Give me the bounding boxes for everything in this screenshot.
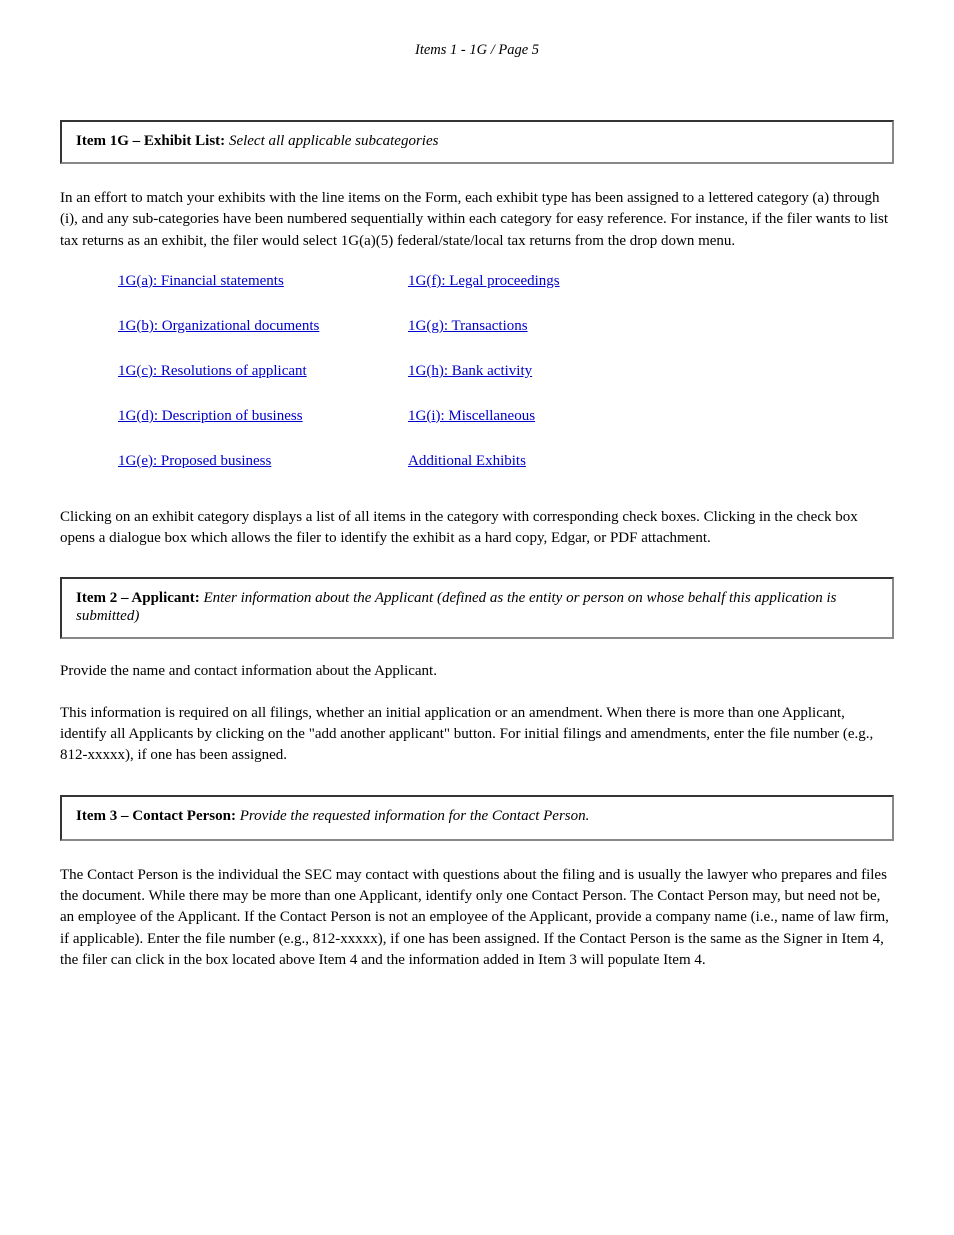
section-2-box: Item 2 – Applicant: Enter information ab… xyxy=(60,577,894,639)
exhibit-links-col-1: 1G(a): Financial statements 1G(b): Organ… xyxy=(118,272,408,497)
section-2-intro: Provide the name and contact information… xyxy=(60,661,894,682)
link-1g-a[interactable]: 1G(a): Financial statements xyxy=(118,273,284,290)
section-3-body: The Contact Person is the individual the… xyxy=(60,865,894,971)
section-2-heading: Item 2 – Applicant: xyxy=(76,590,200,606)
link-1g-d[interactable]: 1G(d): Description of business xyxy=(118,408,303,425)
section-1g-heading: Item 1G – Exhibit List: xyxy=(76,133,225,149)
link-1g-h[interactable]: 1G(h): Bank activity xyxy=(408,363,532,380)
exhibit-hint-text: Clicking on an exhibit category displays… xyxy=(60,507,894,550)
link-additional-exhibits[interactable]: Additional Exhibits xyxy=(408,453,526,470)
section-1g-box: Item 1G – Exhibit List: Select all appli… xyxy=(60,120,894,164)
section-3-heading: Item 3 – Contact Person: xyxy=(76,808,236,824)
section-2-body: This information is required on all fili… xyxy=(60,703,894,767)
section-1g-subtext: Select all applicable subcategories xyxy=(225,133,438,149)
page-number: Items 1 - 1G / Page 5 xyxy=(0,42,954,59)
exhibit-links-block: 1G(a): Financial statements 1G(b): Organ… xyxy=(60,272,894,497)
section-3-box: Item 3 – Contact Person: Provide the req… xyxy=(60,795,894,841)
link-1g-e[interactable]: 1G(e): Proposed business xyxy=(118,453,271,470)
link-1g-f[interactable]: 1G(f): Legal proceedings xyxy=(408,273,560,290)
link-1g-i[interactable]: 1G(i): Miscellaneous xyxy=(408,408,535,425)
exhibit-links-col-2: 1G(f): Legal proceedings 1G(g): Transact… xyxy=(408,272,698,497)
link-1g-g[interactable]: 1G(g): Transactions xyxy=(408,318,528,335)
link-1g-c[interactable]: 1G(c): Resolutions of applicant xyxy=(118,363,307,380)
exhibit-intro-text: In an effort to match your exhibits with… xyxy=(60,188,894,252)
link-1g-b[interactable]: 1G(b): Organizational documents xyxy=(118,318,319,335)
section-3-subtext: Provide the requested information for th… xyxy=(236,808,589,824)
